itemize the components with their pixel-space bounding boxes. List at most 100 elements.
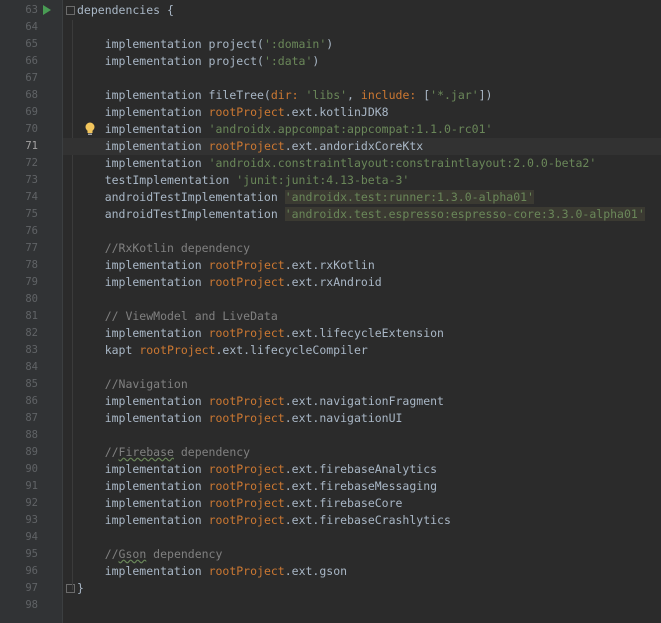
code-token: ) <box>312 54 320 68</box>
code-token: implementation <box>77 394 209 408</box>
line-number: 94 <box>25 531 38 543</box>
code-line[interactable]: implementation 'androidx.constraintlayou… <box>63 155 661 172</box>
code-line[interactable]: testImplementation 'junit:junit:4.13-bet… <box>63 172 661 189</box>
code-line[interactable] <box>63 529 661 546</box>
code-token: .ext.navigationUI <box>284 411 403 425</box>
code-line[interactable] <box>63 427 661 444</box>
code-token: implementation project( <box>77 54 264 68</box>
code-token: kapt <box>77 343 140 357</box>
code-token: } <box>77 581 84 595</box>
code-line[interactable]: implementation rootProject.ext.firebaseC… <box>63 512 661 529</box>
code-token: implementation <box>77 479 209 493</box>
code-line[interactable]: androidTestImplementation 'androidx.test… <box>63 189 661 206</box>
code-token: ]) <box>478 88 493 102</box>
code-token: rootProject <box>208 394 285 408</box>
line-number: 79 <box>25 276 38 288</box>
line-number: 83 <box>25 344 38 356</box>
code-token: rootProject <box>208 496 285 510</box>
code-line[interactable]: implementation rootProject.ext.firebaseM… <box>63 478 661 495</box>
code-area[interactable]: dependencies { implementation project(':… <box>63 0 661 623</box>
code-token: implementation <box>77 496 209 510</box>
code-token: rootProject <box>208 479 285 493</box>
code-line[interactable]: implementation fileTree(dir: 'libs', inc… <box>63 87 661 104</box>
line-number: 86 <box>25 395 38 407</box>
line-number: 68 <box>25 89 38 101</box>
line-number: 87 <box>25 412 38 424</box>
code-line[interactable]: implementation rootProject.ext.rxAndroid <box>63 274 661 291</box>
code-token: rootProject <box>139 343 216 357</box>
code-line[interactable]: androidTestImplementation 'androidx.test… <box>63 206 661 223</box>
code-token: , <box>347 88 361 102</box>
code-line[interactable]: implementation rootProject.ext.firebaseA… <box>63 461 661 478</box>
code-line[interactable]: //RxKotlin dependency <box>63 240 661 257</box>
code-token: // ViewModel and LiveData <box>77 309 278 323</box>
code-line[interactable]: implementation rootProject.ext.lifecycle… <box>63 325 661 342</box>
code-line[interactable] <box>63 291 661 308</box>
code-line[interactable]: implementation rootProject.ext.andoridxC… <box>63 138 661 155</box>
code-line[interactable]: //Navigation <box>63 376 661 393</box>
code-token: '*.jar' <box>430 88 479 102</box>
code-line[interactable]: implementation rootProject.ext.kotlinJDK… <box>63 104 661 121</box>
code-line[interactable]: implementation rootProject.ext.gson <box>63 563 661 580</box>
code-token: rootProject <box>208 564 285 578</box>
line-number: 81 <box>25 310 38 322</box>
code-line[interactable]: implementation project(':data') <box>63 53 661 70</box>
code-token: implementation <box>77 105 209 119</box>
code-editor[interactable]: 63 64 65 66 67 68 69 70 71 72 73 74 75 76 77 78 79 80 81 82… <box>0 0 661 623</box>
code-token: androidTestImplementation <box>77 207 285 221</box>
code-line[interactable]: dependencies { <box>63 2 661 19</box>
code-line[interactable] <box>63 19 661 36</box>
code-line[interactable] <box>63 70 661 87</box>
code-line[interactable]: kapt rootProject.ext.lifecycleCompiler <box>63 342 661 359</box>
code-token: ':data' <box>263 54 313 68</box>
code-line[interactable]: implementation rootProject.ext.navigatio… <box>63 393 661 410</box>
line-number: 72 <box>25 157 38 169</box>
code-token: implementation fileTree( <box>77 88 271 102</box>
code-token: .ext.kotlinJDK8 <box>284 105 389 119</box>
line-number: 76 <box>25 225 38 237</box>
code-token: // <box>77 547 119 561</box>
code-token: .ext.firebaseAnalytics <box>284 462 438 476</box>
code-token: implementation <box>77 275 209 289</box>
line-number: 93 <box>25 514 38 526</box>
line-number: 92 <box>25 497 38 509</box>
code-line[interactable]: //Gson dependency <box>63 546 661 563</box>
code-token: implementation <box>77 122 209 136</box>
code-line[interactable]: implementation rootProject.ext.rxKotlin <box>63 257 661 274</box>
code-token: rootProject <box>208 462 285 476</box>
line-number-gutter: 63 64 65 66 67 68 69 70 71 72 73 74 75 76 77 78 79 80 81 82… <box>0 0 95 623</box>
line-number: 82 <box>25 327 38 339</box>
line-number: 89 <box>25 446 38 458</box>
code-token: 'junit:junit:4.13-beta-3' <box>236 173 410 187</box>
code-token: rootProject <box>208 139 285 153</box>
line-number: 88 <box>25 429 38 441</box>
code-token: 'androidx.test:runner:1.3.0-alpha01' <box>284 190 534 204</box>
line-number: 75 <box>25 208 38 220</box>
code-line[interactable] <box>63 223 661 240</box>
code-line[interactable] <box>63 597 661 614</box>
line-number: 80 <box>25 293 38 305</box>
code-line[interactable]: implementation rootProject.ext.navigatio… <box>63 410 661 427</box>
code-token: 'androidx.constraintlayout:constraintlay… <box>208 156 597 170</box>
code-line[interactable]: } <box>63 580 661 597</box>
code-token: .ext.firebaseCore <box>284 496 403 510</box>
line-number: 63 <box>25 4 38 16</box>
code-token: implementation <box>77 258 209 272</box>
code-line[interactable]: implementation project(':domain') <box>63 36 661 53</box>
line-number: 67 <box>25 72 38 84</box>
code-token: implementation <box>77 462 209 476</box>
code-line[interactable]: //Firebase dependency <box>63 444 661 461</box>
code-token: .ext.firebaseMessaging <box>284 479 438 493</box>
code-token: dependencies { <box>77 3 174 17</box>
code-line[interactable] <box>63 359 661 376</box>
code-token: implementation <box>77 564 209 578</box>
code-line[interactable]: implementation rootProject.ext.firebaseC… <box>63 495 661 512</box>
code-token: 'androidx.test.espresso:espresso-core:3.… <box>284 207 645 221</box>
line-number: 84 <box>25 361 38 373</box>
code-token: ) <box>326 37 334 51</box>
code-token: dependency <box>173 445 251 459</box>
code-line[interactable]: implementation 'androidx.appcompat:appco… <box>63 121 661 138</box>
code-token: 'libs' <box>305 88 348 102</box>
run-arrow-icon[interactable] <box>43 5 51 15</box>
code-line[interactable]: // ViewModel and LiveData <box>63 308 661 325</box>
